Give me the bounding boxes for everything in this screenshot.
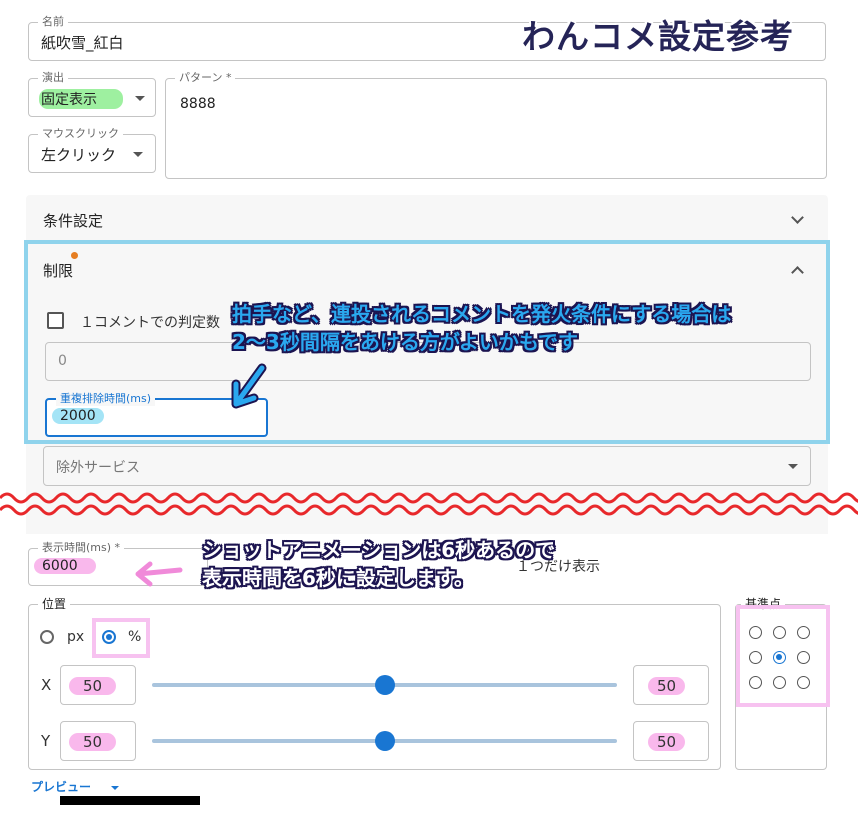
anchor-bottom-center-radio[interactable] [773, 676, 786, 689]
arrow-icon [135, 561, 183, 587]
preview-toggle[interactable]: プレビュー [31, 778, 91, 795]
effect-select-label: 演出 [38, 71, 68, 85]
x-value: 50 [69, 677, 117, 695]
mouse-click-select[interactable]: マウスクリック 左クリック [28, 127, 156, 173]
unit-px-radio[interactable] [40, 630, 54, 644]
anchor-bottom-right-radio[interactable] [797, 676, 810, 689]
callout-2-line-2: 表示時間を6秒に設定します。 [202, 566, 474, 590]
arrow-icon [231, 363, 267, 409]
chevron-down-icon [133, 152, 143, 157]
preview-redaction-bar [60, 796, 200, 805]
chevron-down-icon [135, 96, 145, 101]
exclude-services-placeholder: 除外サービス [56, 460, 140, 476]
display-time-value: 6000 [34, 558, 96, 574]
overlay-title: わんコメ設定参考 [522, 17, 794, 56]
mouse-click-label: マウスクリック [38, 127, 123, 141]
x-value-input[interactable]: 50 [60, 665, 136, 705]
effect-select[interactable]: 演出 固定表示 [28, 71, 156, 117]
anchor-middle-left-radio[interactable] [749, 651, 762, 664]
anchor-bottom-left-radio[interactable] [749, 676, 762, 689]
y-value-right: 50 [648, 733, 686, 751]
pattern-label: パターン * [175, 71, 236, 85]
conditions-title: 条件設定 [43, 212, 104, 230]
anchor-center-radio[interactable] [773, 651, 786, 664]
y-slider-thumb[interactable] [374, 731, 395, 751]
chevron-down-icon [791, 211, 804, 224]
callout-2-line-1: ショットアニメーションは6秒あるので [202, 538, 556, 562]
pattern-textarea[interactable]: パターン * 8888 [165, 71, 827, 179]
unit-highlight-frame [92, 618, 150, 658]
mouse-click-value: 左クリック [41, 146, 117, 164]
x-label: X [41, 676, 52, 694]
exclude-services-select[interactable]: 除外サービス [43, 446, 811, 486]
anchor-middle-right-radio[interactable] [797, 651, 810, 664]
x-value-right: 50 [648, 677, 686, 695]
pattern-value: 8888 [180, 96, 216, 112]
position-legend: 位置 [38, 597, 71, 611]
effect-select-value: 固定表示 [39, 89, 123, 109]
name-field-value: 紙吹雪_紅白 [41, 34, 124, 52]
chevron-down-icon [111, 786, 119, 790]
y-value: 50 [69, 733, 117, 751]
conditions-accordion[interactable]: 条件設定 [26, 195, 828, 243]
unit-px-label: px [67, 629, 85, 645]
wavy-divider [0, 492, 858, 516]
x-value-input-right[interactable]: 50 [633, 665, 709, 705]
callout-1-line-1: 拍手など、連投されるコメントを発火条件にする場合は [232, 302, 732, 326]
y-value-input[interactable]: 50 [60, 721, 136, 761]
y-value-input-right[interactable]: 50 [633, 721, 709, 761]
display-time-label: 表示時間(ms) * [38, 541, 125, 555]
chevron-down-icon [788, 464, 798, 469]
name-field-label: 名前 [38, 15, 68, 29]
callout-1-line-2: 2～3秒間隔をあける方がよいかもです [232, 330, 579, 354]
y-label: Y [41, 732, 51, 750]
anchor-top-center-radio[interactable] [773, 626, 786, 639]
anchor-top-left-radio[interactable] [749, 626, 762, 639]
x-slider-thumb[interactable] [374, 675, 395, 695]
anchor-top-right-radio[interactable] [797, 626, 810, 639]
